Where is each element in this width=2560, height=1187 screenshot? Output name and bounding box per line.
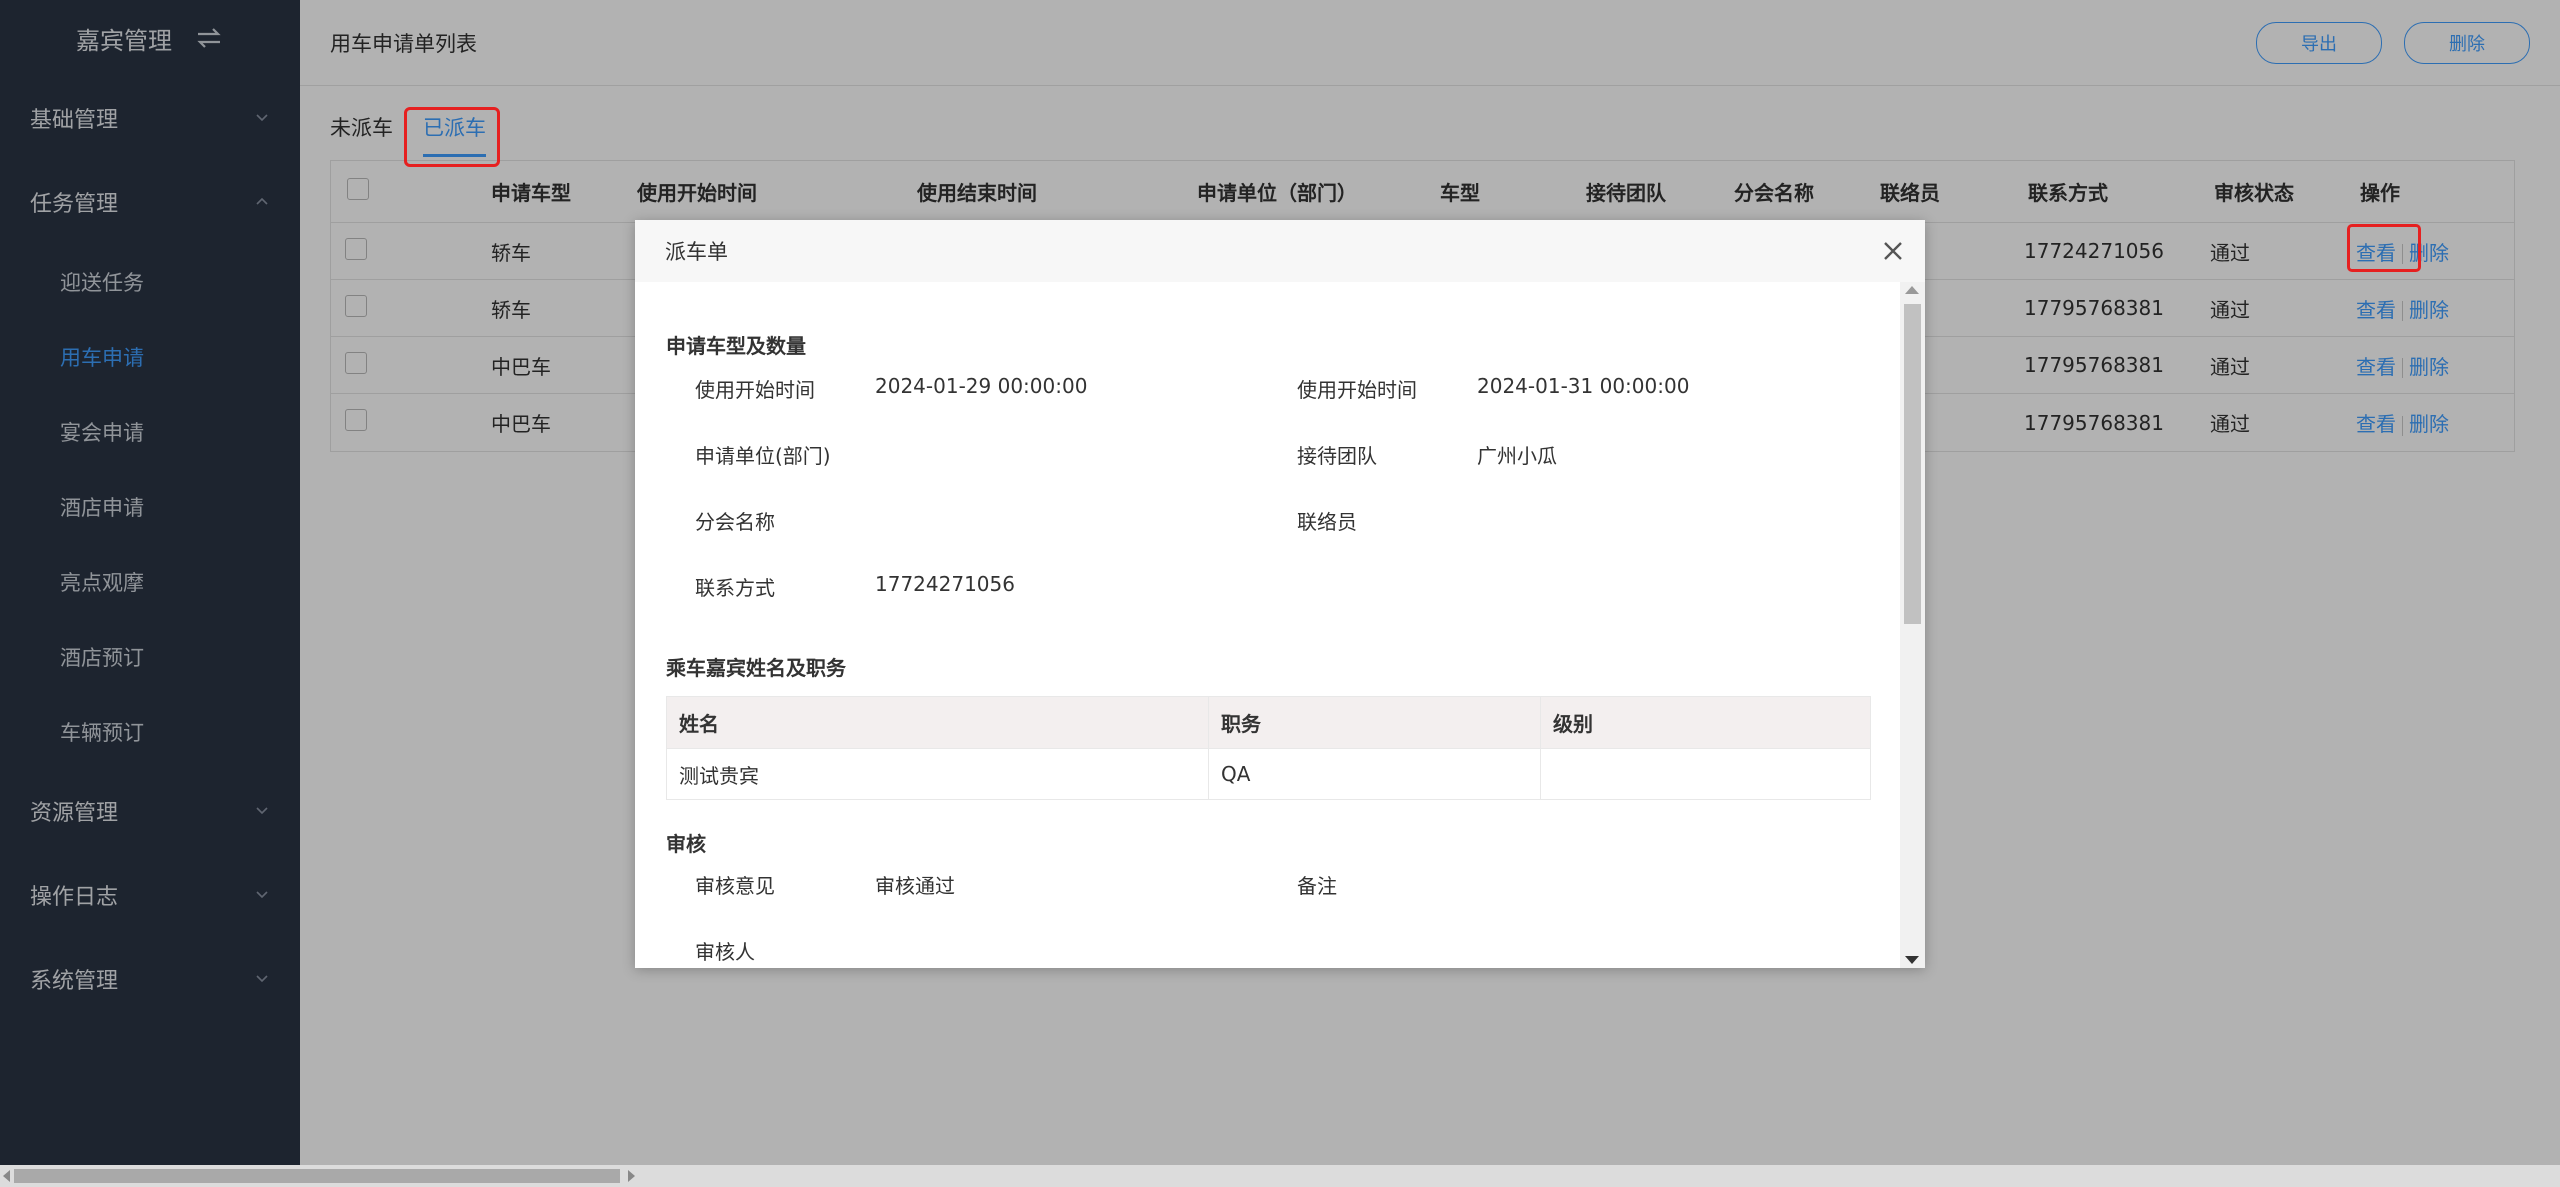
field-label-end-time: 使用开始时间 [1297, 378, 1417, 402]
section-title-guests: 乘车嘉宾姓名及职务 [666, 656, 846, 680]
field-label-review-opinion: 审核意见 [695, 874, 775, 898]
dialog-header: 派车单 [635, 220, 1925, 282]
guest-row: 测试贵宾 QA [667, 748, 1870, 799]
section-title-vehicle: 申请车型及数量 [666, 334, 806, 358]
field-value-team: 广州小瓜 [1477, 444, 1557, 468]
field-label-liaison: 联络员 [1297, 510, 1357, 534]
horizontal-scrollbar-thumb[interactable] [14, 1169, 620, 1183]
close-icon[interactable] [1881, 239, 1905, 263]
column-header: 级别 [1553, 712, 1593, 736]
scroll-down-arrow-icon[interactable] [1905, 956, 1919, 964]
dialog-body: 申请车型及数量 使用开始时间 2024-01-29 00:00:00 使用开始时… [635, 282, 1900, 968]
field-value-end-time: 2024-01-31 00:00:00 [1477, 374, 1690, 398]
highlight-box-dispatched-tab [404, 107, 500, 167]
field-label-phone: 联系方式 [695, 576, 775, 600]
scroll-up-arrow-icon[interactable] [1905, 286, 1919, 294]
field-label-remark: 备注 [1297, 874, 1337, 898]
guest-position: QA [1209, 749, 1541, 799]
dispatch-order-dialog: 派车单 申请车型及数量 使用开始时间 2024-01-29 00:00:00 使… [635, 220, 1925, 968]
scrollbar-thumb[interactable] [1904, 304, 1921, 624]
column-header: 职务 [1209, 697, 1541, 748]
dialog-scrollbar[interactable] [1900, 282, 1925, 968]
field-value-review-opinion: 审核通过 [875, 874, 955, 898]
scroll-left-arrow-icon[interactable] [3, 1170, 10, 1182]
guest-level [1541, 749, 1870, 799]
field-value-start-time: 2024-01-29 00:00:00 [875, 374, 1088, 398]
field-label-branch: 分会名称 [695, 510, 775, 534]
guest-name: 测试贵宾 [667, 749, 1209, 799]
scroll-right-arrow-icon[interactable] [628, 1170, 635, 1182]
dialog-title: 派车单 [665, 240, 728, 264]
guest-table: 姓名 职务 级别 测试贵宾 QA [666, 696, 1871, 800]
field-label-team: 接待团队 [1297, 444, 1377, 468]
highlight-box-view-link [2347, 224, 2421, 272]
section-title-review: 审核 [666, 832, 706, 856]
field-label-reviewer: 审核人 [695, 940, 755, 964]
column-header: 姓名 [667, 697, 1209, 748]
field-label-start-time: 使用开始时间 [695, 378, 815, 402]
guest-table-header: 姓名 职务 级别 [667, 697, 1870, 748]
page-horizontal-scrollbar[interactable] [0, 1165, 2560, 1187]
field-label-unit: 申请单位(部门) [695, 444, 831, 468]
field-value-phone: 17724271056 [875, 572, 1015, 596]
